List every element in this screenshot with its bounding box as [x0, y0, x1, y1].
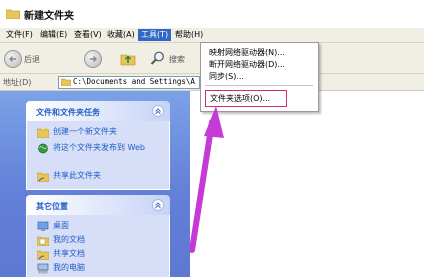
address-value: C:\Documents and Settings\A — [73, 77, 195, 86]
task-publish-web-label: 将这个文件夹发布到 Web — [53, 143, 145, 152]
menu-edit[interactable]: 编辑(E) — [37, 29, 70, 41]
new-folder-icon — [37, 127, 49, 138]
shared-documents-icon — [37, 250, 49, 260]
back-arrow-icon — [4, 50, 22, 68]
other-places-group: 其它位置 桌面 我的文档 共享文档 我的电脑 — [26, 195, 170, 277]
title-bar: 新建文件夹 — [0, 0, 424, 28]
place-desktop-label: 桌面 — [53, 221, 69, 230]
folder-content-area[interactable] — [190, 91, 424, 277]
menu-separator — [205, 85, 313, 86]
task-new-folder-label: 创建一个新文件夹 — [53, 127, 117, 136]
search-button[interactable]: 搜索 — [150, 48, 190, 68]
menu-view[interactable]: 查看(V) — [71, 29, 105, 41]
collapse-chevron-icon[interactable] — [152, 105, 164, 117]
file-folder-tasks-group: 文件和文件夹任务 创建一个新文件夹 将这个文件夹发布到 Web 共享此文件夹 — [26, 101, 170, 190]
up-folder-icon — [120, 54, 136, 66]
collapse-chevron-icon[interactable] — [152, 199, 164, 211]
file-folder-tasks-body: 创建一个新文件夹 将这个文件夹发布到 Web 共享此文件夹 — [26, 121, 170, 190]
forward-button[interactable] — [84, 48, 110, 68]
address-label: 地址(D) — [3, 78, 32, 87]
computer-icon — [37, 263, 49, 274]
file-folder-tasks-title: 文件和文件夹任务 — [36, 108, 100, 117]
desktop-icon — [37, 221, 49, 231]
explorer-window: 新建文件夹 文件(F) 编辑(E) 查看(V) 收藏(A) 工具(T) 帮助(H… — [0, 0, 424, 277]
menu-item-map-drive[interactable]: 映射网络驱动器(N)... — [209, 47, 285, 58]
window-title: 新建文件夹 — [24, 11, 74, 22]
tools-dropdown-menu: 映射网络驱动器(N)... 断开网络驱动器(D)... 同步(S)... 文件夹… — [200, 42, 319, 112]
menu-item-folder-options[interactable]: 文件夹选项(O)... — [205, 90, 287, 107]
up-folder-button[interactable] — [120, 48, 140, 68]
menu-favorites[interactable]: 收藏(A) — [104, 29, 138, 41]
other-places-header[interactable]: 其它位置 — [26, 195, 170, 215]
address-input[interactable]: C:\Documents and Settings\A — [58, 76, 200, 89]
menu-bar: 文件(F) 编辑(E) 查看(V) 收藏(A) 工具(T) 帮助(H) — [0, 28, 424, 43]
documents-icon — [37, 236, 49, 246]
place-shared-documents-label: 共享文档 — [53, 249, 85, 258]
menu-item-synchronize[interactable]: 同步(S)... — [209, 71, 244, 82]
back-button[interactable]: 后退 — [4, 48, 48, 68]
search-icon — [150, 51, 164, 65]
task-share-folder-label: 共享此文件夹 — [53, 171, 101, 180]
file-folder-tasks-header[interactable]: 文件和文件夹任务 — [26, 101, 170, 121]
share-folder-icon — [37, 172, 49, 182]
menu-help[interactable]: 帮助(H) — [172, 29, 206, 41]
folder-icon — [6, 9, 20, 19]
place-my-documents-label: 我的文档 — [53, 235, 85, 244]
menu-tools[interactable]: 工具(T) — [138, 29, 172, 41]
folder-icon — [61, 78, 71, 86]
menu-file[interactable]: 文件(F) — [3, 29, 36, 41]
search-label: 搜索 — [169, 55, 185, 64]
globe-icon — [38, 143, 48, 154]
back-label: 后退 — [24, 55, 40, 64]
forward-arrow-icon — [84, 50, 102, 68]
other-places-title: 其它位置 — [36, 202, 68, 211]
task-pane: 文件和文件夹任务 创建一个新文件夹 将这个文件夹发布到 Web 共享此文件夹 其… — [0, 91, 190, 277]
place-my-computer-label: 我的电脑 — [53, 263, 85, 272]
other-places-body: 桌面 我的文档 共享文档 我的电脑 — [26, 215, 170, 277]
menu-item-disconnect-drive[interactable]: 断开网络驱动器(D)... — [209, 59, 285, 70]
